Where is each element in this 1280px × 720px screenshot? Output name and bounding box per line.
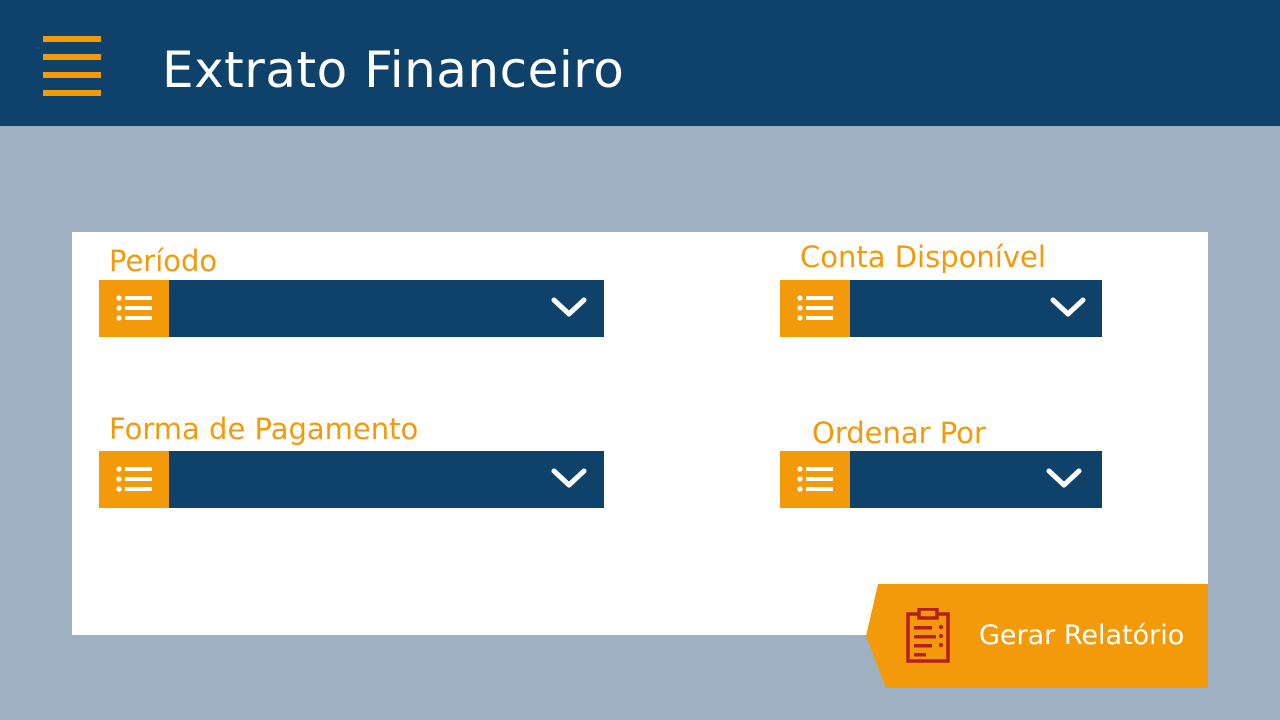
- periodo-select[interactable]: [99, 280, 604, 337]
- pagamento-select[interactable]: [99, 451, 604, 508]
- conta-select[interactable]: [780, 280, 1102, 337]
- conta-label: Conta Disponível: [800, 240, 1046, 274]
- chevron-down-icon: [551, 297, 587, 317]
- ordenar-select[interactable]: [780, 451, 1102, 508]
- chevron-down-icon: [551, 468, 587, 488]
- page-title: Extrato Financeiro: [162, 41, 625, 99]
- ordenar-label: Ordenar Por: [812, 416, 986, 450]
- list-icon: [780, 451, 850, 508]
- list-icon: [99, 280, 169, 337]
- pagamento-label: Forma de Pagamento: [109, 412, 419, 446]
- chevron-down-icon: [1050, 297, 1086, 317]
- hamburger-menu-icon[interactable]: [43, 36, 101, 98]
- app-header: Extrato Financeiro: [0, 0, 1280, 126]
- list-icon: [780, 280, 850, 337]
- chevron-down-icon: [1046, 468, 1082, 488]
- list-icon: [99, 451, 169, 508]
- generate-report-button[interactable]: Gerar Relatório: [866, 584, 1208, 688]
- generate-report-label: Gerar Relatório: [979, 620, 1185, 651]
- periodo-label: Período: [109, 244, 218, 278]
- clipboard-report-icon: [906, 608, 950, 663]
